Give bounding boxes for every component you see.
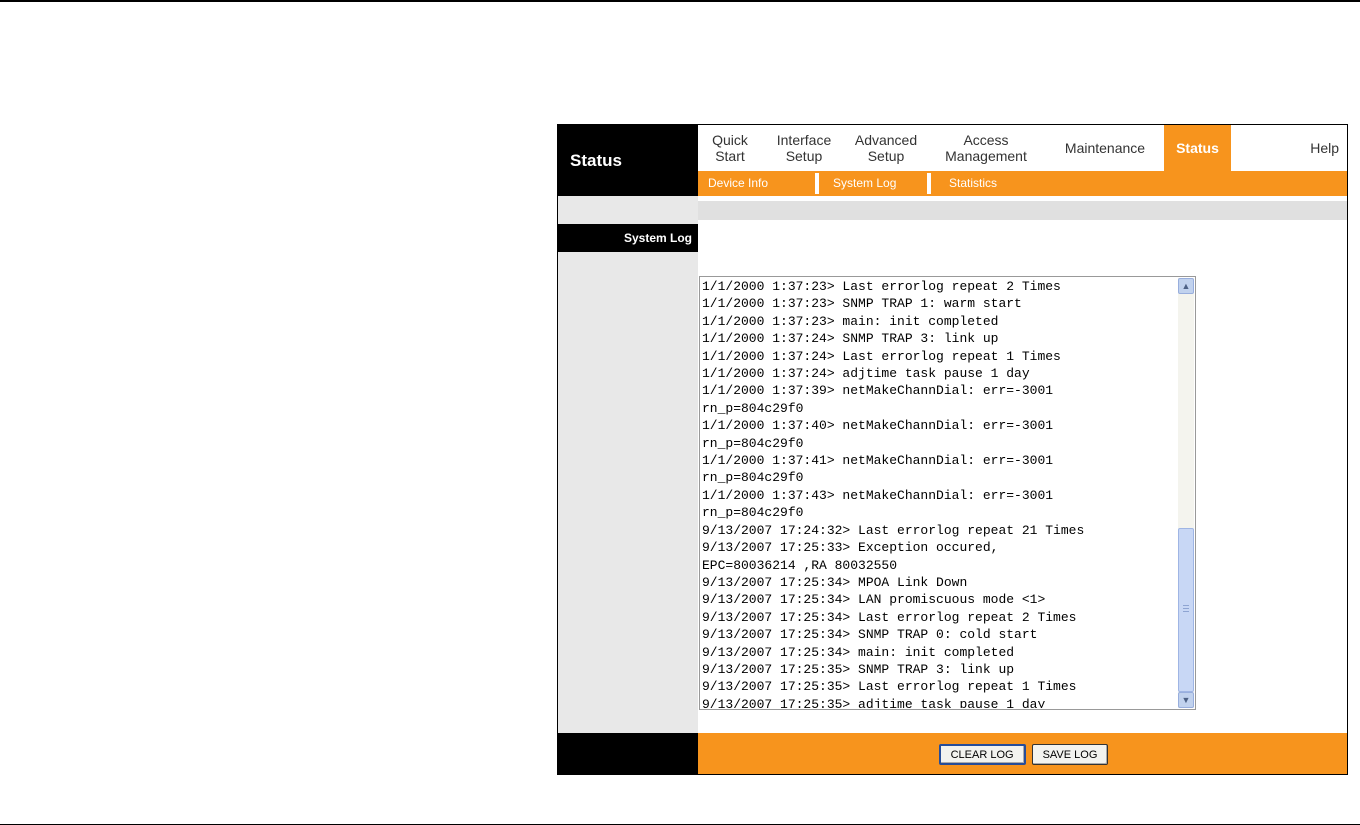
save-log-button[interactable]: SAVE LOG bbox=[1031, 744, 1109, 765]
subnav-device-info[interactable]: Device Info bbox=[698, 171, 815, 196]
nav-access-management[interactable]: Access Management bbox=[926, 125, 1046, 171]
nav-label: Help bbox=[1310, 140, 1339, 156]
system-log-textarea[interactable]: 1/1/2000 1:37:23> Last errorlog repeat 2… bbox=[699, 276, 1196, 710]
grip-line bbox=[1183, 605, 1189, 606]
grey-separator-bar bbox=[698, 201, 1347, 220]
main-nav: Quick Start Interface Setup Advanced Set… bbox=[698, 125, 1347, 171]
nav-interface-setup[interactable]: Interface Setup bbox=[762, 125, 846, 171]
scroll-thumb[interactable] bbox=[1178, 528, 1194, 692]
section-label-system-log: System Log bbox=[558, 224, 698, 252]
grip-line bbox=[1183, 608, 1189, 609]
up-arrow-icon[interactable]: ▲ bbox=[1178, 278, 1194, 294]
nav-label: Status bbox=[1176, 140, 1219, 156]
top-rule bbox=[0, 0, 1360, 2]
log-content: 1/1/2000 1:37:23> Last errorlog repeat 2… bbox=[702, 279, 1085, 708]
nav-maintenance[interactable]: Maintenance bbox=[1046, 125, 1164, 171]
log-scrollbar[interactable]: ▲ ▼ bbox=[1178, 278, 1194, 708]
nav-status[interactable]: Status bbox=[1164, 125, 1231, 171]
nav-help[interactable]: Help bbox=[1231, 125, 1347, 171]
left-column bbox=[558, 125, 698, 774]
nav-label: Interface Setup bbox=[776, 132, 832, 164]
down-arrow-icon[interactable]: ▼ bbox=[1178, 692, 1194, 708]
nav-label: Access Management bbox=[945, 132, 1027, 164]
footer-left-block bbox=[558, 733, 698, 774]
router-admin-frame: Status Quick Start Interface Setup Advan… bbox=[557, 124, 1348, 775]
subnav-system-log[interactable]: System Log bbox=[819, 171, 927, 196]
nav-advanced-setup[interactable]: Advanced Setup bbox=[846, 125, 926, 171]
nav-label: Quick Start bbox=[712, 132, 748, 164]
footer-bar: CLEAR LOG SAVE LOG bbox=[698, 733, 1347, 774]
page-brand: Status bbox=[558, 125, 698, 196]
subnav-statistics[interactable]: Statistics bbox=[931, 171, 1031, 196]
clear-log-button[interactable]: CLEAR LOG bbox=[938, 744, 1026, 765]
nav-quick-start[interactable]: Quick Start bbox=[698, 125, 762, 171]
sub-nav: Device Info System Log Statistics bbox=[698, 171, 1347, 196]
nav-label: Advanced Setup bbox=[854, 132, 918, 164]
grip-line bbox=[1183, 611, 1189, 612]
nav-label: Maintenance bbox=[1064, 140, 1146, 156]
